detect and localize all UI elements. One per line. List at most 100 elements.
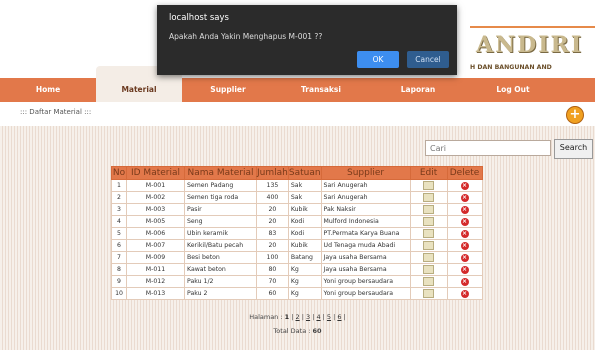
brand-line [470,26,595,28]
col-supplier: Supplier [320,166,411,180]
table-row: 1 M-001 Semen Padang 135 Sak Sari Anugerah × [111,179,483,192]
table-row: 2 M-002 Semen tiga roda 400 Sak Sari Anugerah… [111,191,483,204]
cell-nama-material: Paku 2 [184,287,257,300]
cell-id-material: M-012 [126,275,185,288]
edit-icon[interactable] [423,217,435,226]
col-no: No [111,166,127,180]
cell-supplier: Sari Anugerah [320,191,411,204]
dialog-message: Apakah Anda Yakin Menghapus M-001 ?? [169,32,323,41]
cell-satuan: Kg [287,275,322,288]
page-current: 1 [284,313,290,321]
pagination: Halaman : 1 | 2 | 3 | 4 | 5 | 6 | [0,313,595,321]
delete-icon[interactable]: × [460,277,469,286]
cell-delete: × [446,251,483,264]
edit-icon[interactable] [423,289,435,298]
cell-supplier: Jaya usaha Bersama [320,251,411,264]
dialog-ok-button[interactable]: OK [357,51,399,68]
nav-supplier[interactable]: Supplier [182,78,274,102]
cell-supplier: Mulford Indonesia [320,215,411,228]
cell-nama-material: Pasir [184,203,257,216]
nav-laporan[interactable]: Laporan [368,78,468,102]
cell-satuan: Kubik [287,203,322,216]
table-body: 1 M-001 Semen Padang 135 Sak Sari Anugerah × 2 M… [111,179,483,300]
cell-edit [409,179,448,192]
total-value: 60 [312,327,322,335]
edit-icon[interactable] [423,265,435,274]
table-row: 9 M-012 Paku 1/2 70 Kg Yoni group bersaudara × [111,275,483,288]
edit-icon[interactable] [423,229,435,238]
cell-id-material: M-001 [126,179,185,192]
cell-nama-material: Besi beton [184,251,257,264]
nav-transaksi[interactable]: Transaksi [274,78,368,102]
cell-jumlah: 60 [256,287,289,300]
cell-id-material: M-009 [126,251,185,264]
search-button[interactable]: Search [554,139,593,159]
delete-icon[interactable]: × [460,289,469,298]
total-label: Total Data : [273,327,311,335]
col-satuan: Satuan [287,166,322,180]
search-input[interactable] [425,140,551,156]
delete-icon[interactable]: × [460,205,469,214]
delete-icon[interactable]: × [460,253,469,262]
edit-icon[interactable] [423,277,435,286]
col-nama-material: Nama Material [184,166,257,180]
total-data: Total Data : 60 [0,327,595,335]
cell-supplier: Pak Naksir [320,203,411,216]
cell-jumlah: 80 [256,263,289,276]
cell-jumlah: 20 [256,215,289,228]
breadcrumb: ::: Daftar Material ::: [20,108,92,116]
brand-word: ANDIRI [476,32,584,58]
dialog-title: localhost says [169,13,229,23]
cell-id-material: M-013 [126,287,185,300]
cell-nama-material: Seng [184,215,257,228]
cell-id-material: M-006 [126,227,185,240]
cell-no: 9 [111,275,127,288]
table-row: 8 M-011 Kawat beton 80 Kg Jaya usaha Bersama × [111,263,483,276]
col-delete: Delete [446,166,483,180]
delete-icon[interactable]: × [460,181,469,190]
cell-satuan: Kubik [287,239,322,252]
edit-icon[interactable] [423,181,435,190]
cell-nama-material: Paku 1/2 [184,275,257,288]
cell-no: 3 [111,203,127,216]
edit-icon[interactable] [423,253,435,262]
table-header-row: No ID Material Nama Material Jumlah Satu… [111,166,483,180]
dialog-cancel-button[interactable]: Cancel [407,51,449,68]
cell-delete: × [446,191,483,204]
cell-delete: × [446,227,483,240]
delete-icon[interactable]: × [460,265,469,274]
content-area: ::: Daftar Material ::: + Search No ID M… [0,102,595,350]
edit-icon[interactable] [423,193,435,202]
delete-icon[interactable]: × [460,217,469,226]
table-row: 10 M-013 Paku 2 60 Kg Yoni group bersaudara × [111,287,483,300]
cell-supplier: Ud Tenaga muda Abadi [320,239,411,252]
cell-satuan: Batang [287,251,322,264]
table-row: 4 M-005 Seng 20 Kodi Mulford Indonesia × [111,215,483,228]
cell-no: 10 [111,287,127,300]
cell-edit [409,191,448,204]
cell-satuan: Kg [287,287,322,300]
delete-icon[interactable]: × [460,241,469,250]
cell-nama-material: Semen Padang [184,179,257,192]
cell-edit [409,275,448,288]
delete-icon[interactable]: × [460,229,469,238]
col-id-material: ID Material [126,166,185,180]
confirm-dialog: localhost says Apakah Anda Yakin Menghap… [157,5,457,75]
delete-icon[interactable]: × [460,193,469,202]
main-nav: Home Material Supplier Transaksi Laporan… [0,66,595,102]
table-row: 6 M-007 Kerikil/Batu pecah 20 Kubik Ud Tenaga… [111,239,483,252]
nav-logout[interactable]: Log Out [468,78,558,102]
add-material-button[interactable]: + [566,106,584,124]
edit-icon[interactable] [423,241,435,250]
cell-jumlah: 135 [256,179,289,192]
cell-id-material: M-002 [126,191,185,204]
cell-edit [409,287,448,300]
cell-no: 4 [111,215,127,228]
cell-delete: × [446,287,483,300]
cell-no: 1 [111,179,127,192]
cell-nama-material: Ubin keramik [184,227,257,240]
edit-icon[interactable] [423,205,435,214]
cell-delete: × [446,215,483,228]
nav-home[interactable]: Home [0,78,96,102]
cell-delete: × [446,203,483,216]
